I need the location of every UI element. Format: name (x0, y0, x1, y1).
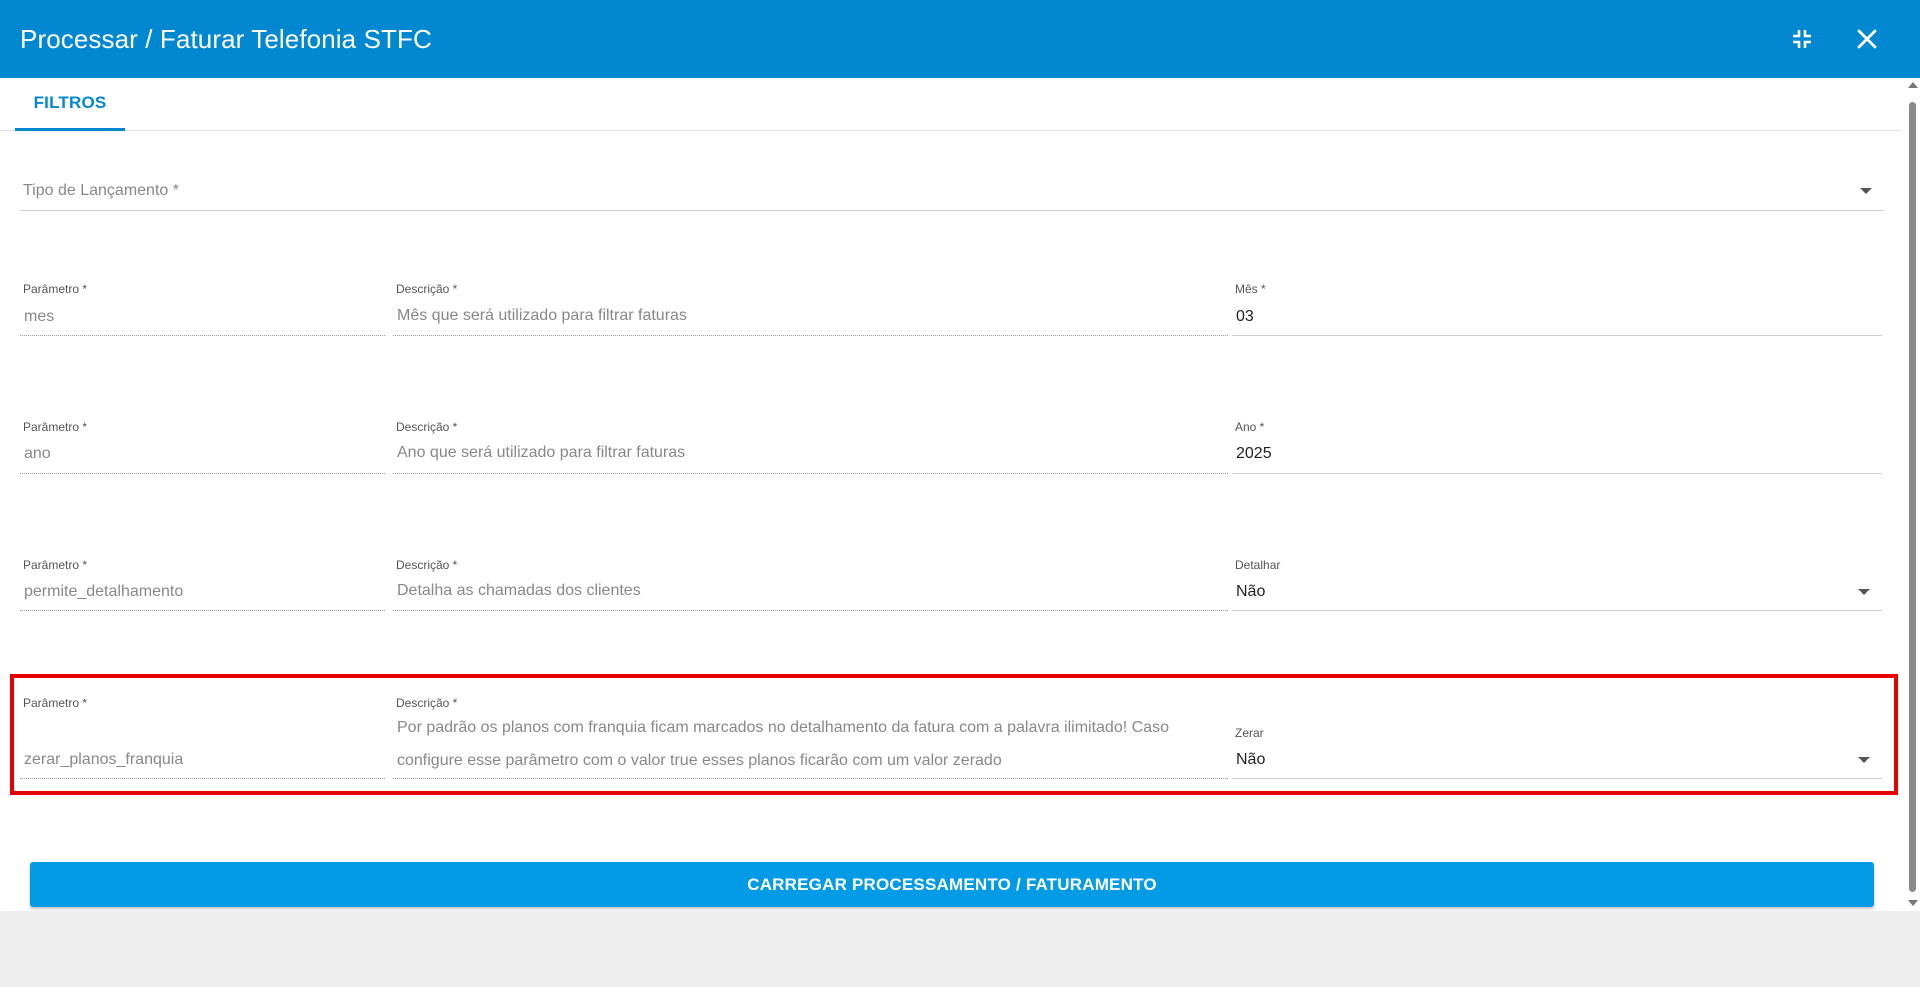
detalhar-label: Detalhar (1235, 558, 1281, 572)
ano-field[interactable]: Ano * 2025 (1232, 418, 1882, 474)
scroll-down-icon[interactable] (1908, 900, 1918, 906)
chevron-down-icon (1858, 589, 1870, 595)
desc-label: Descrição * (396, 420, 458, 434)
detalhar-select[interactable]: Detalhar Não (1232, 556, 1882, 611)
scroll-up-icon[interactable] (1908, 82, 1918, 88)
param-value: permite_detalhamento (24, 583, 184, 600)
scrollbar[interactable] (1905, 78, 1920, 911)
ano-value: 2025 (1236, 445, 1272, 462)
dialog-title: Processar / Faturar Telefonia STFC (20, 24, 432, 54)
collapse-icon (1793, 30, 1811, 48)
mes-field[interactable]: Mês * 03 (1232, 280, 1882, 336)
ano-label: Ano * (1235, 420, 1265, 434)
desc-label: Descrição * (396, 558, 458, 572)
close-button[interactable] (1848, 20, 1886, 58)
desc-label: Descrição * (396, 282, 458, 296)
highlight-box (10, 674, 1898, 795)
desc-field-mes[interactable]: Descrição * Mês que será utilizado para … (393, 280, 1228, 336)
param-label: Parâmetro * (23, 282, 88, 296)
chevron-down-icon (1860, 188, 1872, 194)
param-value: mes (24, 308, 55, 325)
param-label: Parâmetro * (23, 558, 88, 572)
tipo-lancamento-placeholder: Tipo de Lançamento * (23, 182, 179, 199)
param-field-mes[interactable]: Parâmetro * mes (20, 280, 385, 336)
tipo-lancamento-select[interactable]: Tipo de Lançamento * (20, 170, 1884, 211)
param-value: ano (24, 445, 51, 462)
tab-bar: FILTROS (0, 78, 1900, 131)
desc-field-detalhamento[interactable]: Descrição * Detalha as chamadas dos clie… (393, 556, 1228, 611)
collapse-button[interactable] (1783, 20, 1821, 58)
param-field-ano[interactable]: Parâmetro * ano (20, 418, 385, 474)
carregar-processamento-button[interactable]: CARREGAR PROCESSAMENTO / FATURAMENTO (30, 862, 1874, 907)
desc-value: Ano que será utilizado para filtrar fatu… (397, 444, 686, 461)
scroll-thumb[interactable] (1909, 102, 1916, 892)
desc-field-ano[interactable]: Descrição * Ano que será utilizado para … (393, 418, 1228, 474)
dialog: Processar / Faturar Telefonia STFC FILTR… (0, 0, 1920, 911)
tab-filtros[interactable]: FILTROS (15, 78, 125, 131)
param-field-detalhamento[interactable]: Parâmetro * permite_detalhamento (20, 556, 385, 611)
detalhar-value: Não (1236, 583, 1266, 600)
desc-value: Detalha as chamadas dos clientes (397, 582, 641, 599)
close-icon (1857, 29, 1877, 49)
desc-value: Mês que será utilizado para filtrar fatu… (397, 307, 687, 324)
mes-value: 03 (1236, 308, 1254, 325)
param-label: Parâmetro * (23, 420, 88, 434)
dialog-header: Processar / Faturar Telefonia STFC (0, 0, 1920, 78)
mes-label: Mês * (1235, 282, 1266, 296)
